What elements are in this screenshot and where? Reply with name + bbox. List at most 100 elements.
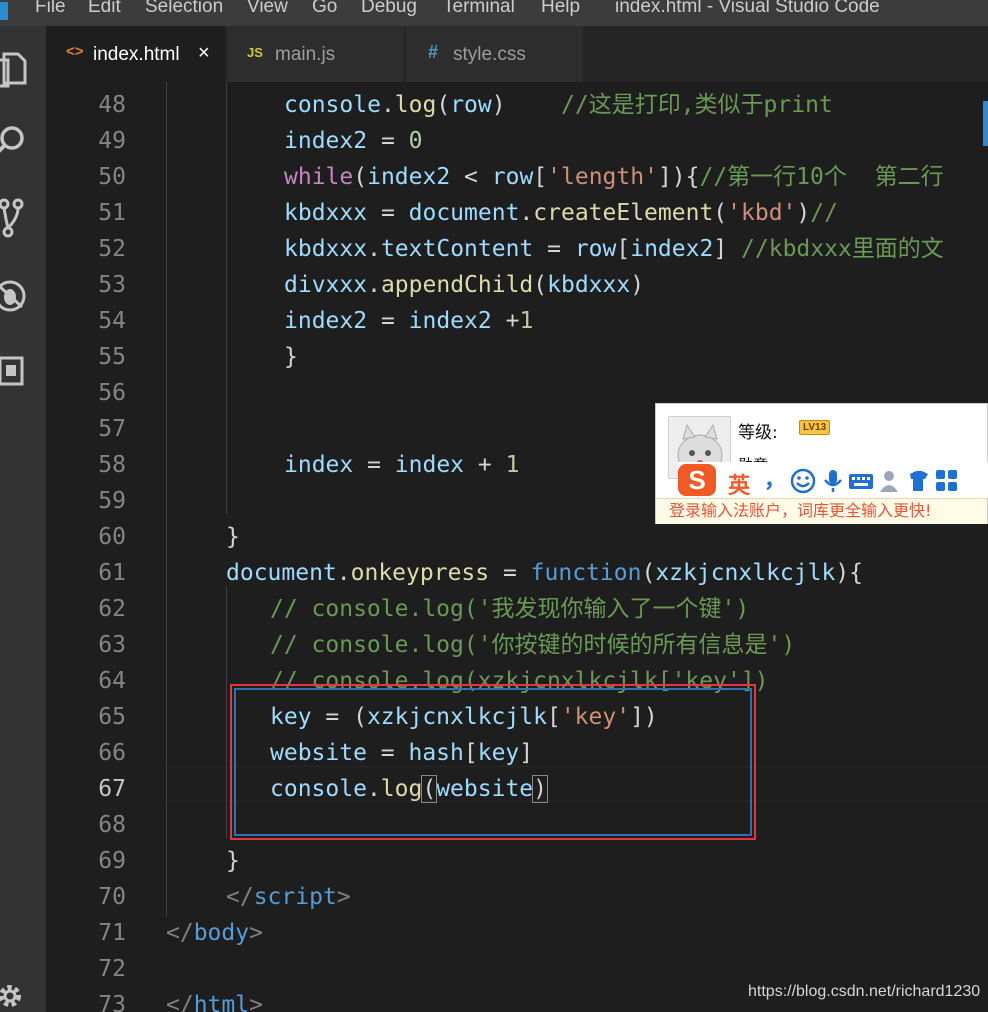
menu-edit[interactable]: Edit	[88, 0, 121, 18]
code-line[interactable]: 69}	[46, 843, 988, 879]
tab-style-css[interactable]: # style.css	[406, 26, 584, 82]
code-token: while	[284, 164, 354, 190]
highlight-box	[230, 684, 756, 840]
code-token: (	[436, 92, 451, 118]
code-line[interactable]: 72	[46, 951, 988, 987]
code-token: html	[193, 992, 250, 1012]
ime-login-tip[interactable]: 登录输入法账户，词库更全输入更快!	[656, 498, 987, 524]
line-number: 73	[98, 992, 126, 1012]
code-token: +	[464, 452, 506, 478]
code-line[interactable]: 71 </body>	[46, 915, 988, 951]
code-token: =	[367, 308, 409, 334]
code-token: ){	[835, 560, 864, 586]
toolbox-icon[interactable]	[934, 468, 960, 494]
line-number: 56	[98, 380, 126, 406]
code-line[interactable]: 52 kbdxxx.textContent = row[index2] //kbd…	[46, 231, 988, 267]
ime-lang-toggle[interactable]: 英	[728, 468, 750, 500]
code-line[interactable]: 62 // console.log('我发现你输入了一个键')	[46, 591, 988, 627]
code-text: </script>	[226, 879, 351, 915]
emoji-icon[interactable]	[790, 468, 816, 494]
code-line[interactable]: 54 index2 = index2 +1	[46, 303, 988, 339]
code-token: index2	[630, 236, 714, 262]
code-line[interactable]: 48 console.log(row) //这是打印,类似于print	[46, 87, 988, 123]
scroll-indicator	[983, 101, 988, 146]
code-text: index2 = index2 +1	[284, 303, 533, 339]
code-line[interactable]: 51 kbdxxx = document.createElement('kbd')…	[46, 195, 988, 231]
search-icon[interactable]	[0, 122, 30, 162]
code-line[interactable]: 49 index2 = 0	[46, 123, 988, 159]
code-token: .	[367, 272, 381, 298]
code-token: =	[533, 236, 575, 262]
code-token: script	[253, 884, 337, 910]
sogou-logo-icon[interactable]: S	[678, 464, 716, 496]
code-text: divxxx.appendChild(kbdxxx)	[284, 267, 644, 303]
code-text: }	[226, 843, 240, 879]
explorer-icon[interactable]	[0, 48, 30, 88]
code-line[interactable]: 70 </script>	[46, 879, 988, 915]
code-token: divxxx	[284, 272, 368, 298]
menu-go[interactable]: Go	[312, 0, 337, 18]
code-line[interactable]: 61 document.onkeypress = function(xzkjcnx…	[46, 555, 988, 591]
tab-index-html[interactable]: <> index.html ×	[46, 26, 226, 82]
code-line[interactable]: 53 divxxx.appendChild(kbdxxx)	[46, 267, 988, 303]
code-token: //kbdxxx里面的文	[741, 236, 944, 262]
code-token: document	[408, 200, 520, 226]
code-token: =	[353, 452, 395, 478]
menu-terminal[interactable]: Terminal	[443, 0, 515, 18]
code-token: </	[166, 992, 194, 1012]
skin-icon[interactable]	[906, 468, 932, 494]
menu-selection[interactable]: Selection	[145, 0, 223, 18]
code-token: .	[519, 200, 534, 226]
code-token: // console.log('你按键的时候的所有信息是')	[270, 632, 796, 658]
line-number: 50	[98, 164, 126, 190]
menu-debug[interactable]: Debug	[361, 0, 417, 18]
vscode-logo-icon	[0, 2, 8, 20]
keyboard-icon[interactable]	[848, 468, 874, 494]
code-text: // console.log('我发现你输入了一个键')	[270, 591, 749, 627]
code-token: kbdxxx	[284, 200, 368, 226]
css-file-icon: #	[428, 42, 439, 62]
menu-view[interactable]: View	[247, 0, 288, 18]
line-number: 59	[98, 488, 126, 514]
line-number: 60	[98, 524, 126, 550]
source-control-icon[interactable]	[0, 198, 30, 238]
extensions-icon[interactable]	[0, 352, 30, 392]
microphone-icon[interactable]	[820, 468, 846, 494]
code-text: }	[226, 519, 240, 555]
debug-icon[interactable]	[0, 276, 30, 316]
menu-help[interactable]: Help	[541, 0, 580, 18]
level-badge: LV13	[799, 420, 831, 435]
code-token: kbdxxx	[284, 236, 368, 262]
code-text: console.log(row) //这是打印,类似于print	[284, 87, 833, 123]
watermark: https://blog.csdn.net/richard1230	[748, 983, 981, 1000]
code-token: [	[616, 236, 631, 262]
code-text: </body>	[166, 915, 263, 951]
user-icon[interactable]	[878, 468, 904, 494]
line-number: 65	[98, 704, 126, 730]
code-text: index = index + 1	[284, 447, 519, 483]
code-token: textContent	[380, 236, 534, 262]
code-token: (	[353, 164, 368, 190]
code-line[interactable]: 50 while(index2 < row['length']){//第一行10个…	[46, 159, 988, 195]
code-token: }	[226, 524, 240, 550]
code-line[interactable]: 60}	[46, 519, 988, 555]
code-token: >	[249, 920, 263, 946]
code-token: +	[491, 308, 520, 334]
code-editor[interactable]: 48 console.log(row) //这是打印,类似于print 49 inde…	[46, 82, 988, 1012]
code-text: while(index2 < row['length']){//第一行10个 第…	[284, 159, 944, 195]
settings-gear-icon[interactable]	[0, 976, 30, 1012]
code-token: ]){	[657, 164, 700, 190]
tab-main-js[interactable]: JS main.js	[227, 26, 405, 82]
close-icon[interactable]: ×	[198, 42, 210, 65]
line-number: 72	[98, 956, 126, 982]
menu-file[interactable]: File	[35, 0, 66, 18]
code-line[interactable]: 63 // console.log('你按键的时候的所有信息是')	[46, 627, 988, 663]
code-token: //	[810, 200, 838, 226]
code-token: log	[394, 92, 437, 118]
code-line[interactable]: 55}	[46, 339, 988, 375]
code-text: }	[284, 339, 298, 375]
tab-label: index.html	[93, 44, 180, 65]
code-token: xzkjcnxlkcjlk	[655, 560, 836, 586]
ime-punct-toggle[interactable]: ，	[764, 462, 786, 494]
code-token: row	[491, 164, 534, 190]
